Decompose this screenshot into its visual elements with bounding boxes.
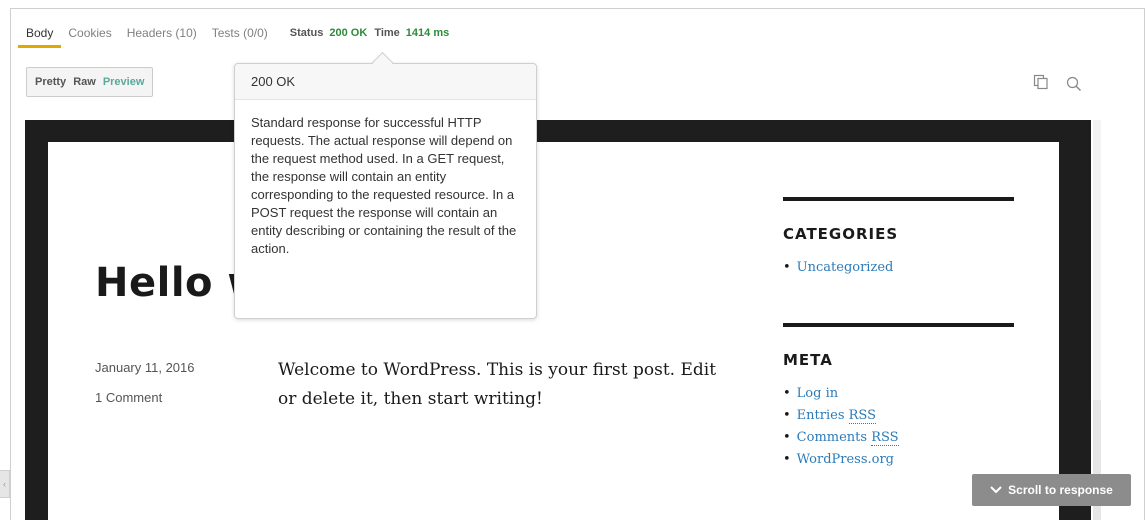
post-body: Welcome to WordPress. This is your first… — [278, 360, 717, 409]
log-in-link[interactable]: Log in — [797, 386, 838, 401]
status-label: Status — [289, 27, 324, 39]
scroll-to-response-button[interactable]: Scroll to response — [972, 474, 1131, 506]
scroll-to-response-label: Scroll to response — [1008, 483, 1113, 497]
wordpress-org-link[interactable]: WordPress.org — [797, 452, 894, 467]
search-icon[interactable] — [1066, 76, 1082, 92]
rss-abbr: RSS — [871, 430, 899, 446]
category-link[interactable]: Uncategorized — [797, 260, 894, 275]
tab-cookies[interactable]: Cookies — [68, 26, 111, 48]
comments-rss-link[interactable]: Comments RSS — [797, 430, 899, 446]
post-comments-link[interactable]: 1 Comment — [95, 390, 162, 405]
response-tabs: Body Cookies Headers (10) Tests (0/0) St… — [17, 26, 456, 48]
meta-heading: META — [783, 351, 833, 369]
preview-page: Hello world! January 11, 2016 1 Comment … — [48, 142, 1059, 520]
collapse-handle[interactable]: ‹ — [0, 470, 10, 498]
html-preview: Hello world! January 11, 2016 1 Comment … — [25, 120, 1091, 520]
entries-label: Entries — [796, 408, 845, 423]
view-pretty-button[interactable]: Pretty — [35, 76, 66, 88]
list-item: WordPress.org — [783, 449, 1014, 471]
copy-icon[interactable] — [1033, 74, 1049, 90]
rss-abbr: RSS — [848, 408, 877, 424]
status-tooltip: 200 OK Standard response for successful … — [234, 63, 537, 319]
view-mode-toggle: Pretty Raw Preview — [26, 67, 154, 97]
post-date[interactable]: January 11, 2016 — [95, 360, 195, 375]
widget-sidebar: CATEGORIES Uncategorized META Log in Ent… — [783, 197, 1014, 515]
tooltip-description: Standard response for successful HTTP re… — [251, 115, 517, 256]
entries-rss-link[interactable]: Entries RSS — [796, 408, 877, 424]
tab-headers[interactable]: Headers (10) — [127, 26, 197, 48]
meta-widget: META Log in Entries RSS Comments RSS Wor… — [783, 323, 1014, 471]
tooltip-title: 200 OK — [235, 64, 536, 100]
tab-tests[interactable]: Tests (0/0) — [212, 26, 268, 48]
response-meta: Status 200 OK Time 1414 ms — [290, 27, 456, 47]
response-time[interactable]: 1414 ms — [406, 27, 449, 39]
status-code[interactable]: 200 OK — [329, 27, 367, 39]
list-item: Log in — [783, 383, 1014, 405]
tab-body[interactable]: Body — [17, 26, 62, 48]
view-preview-button[interactable]: Preview — [103, 76, 145, 88]
chevron-down-icon — [990, 486, 1002, 494]
list-item: Entries RSS — [783, 405, 1014, 427]
list-item: Uncategorized — [783, 257, 1014, 279]
chevron-left-icon: ‹ — [3, 479, 6, 489]
time-label: Time — [374, 27, 400, 39]
categories-widget: CATEGORIES Uncategorized — [783, 197, 1014, 279]
list-item: Comments RSS — [783, 427, 1014, 449]
comments-label: Comments — [796, 430, 868, 445]
categories-heading: CATEGORIES — [783, 225, 899, 243]
view-raw-button[interactable]: Raw — [73, 76, 96, 88]
